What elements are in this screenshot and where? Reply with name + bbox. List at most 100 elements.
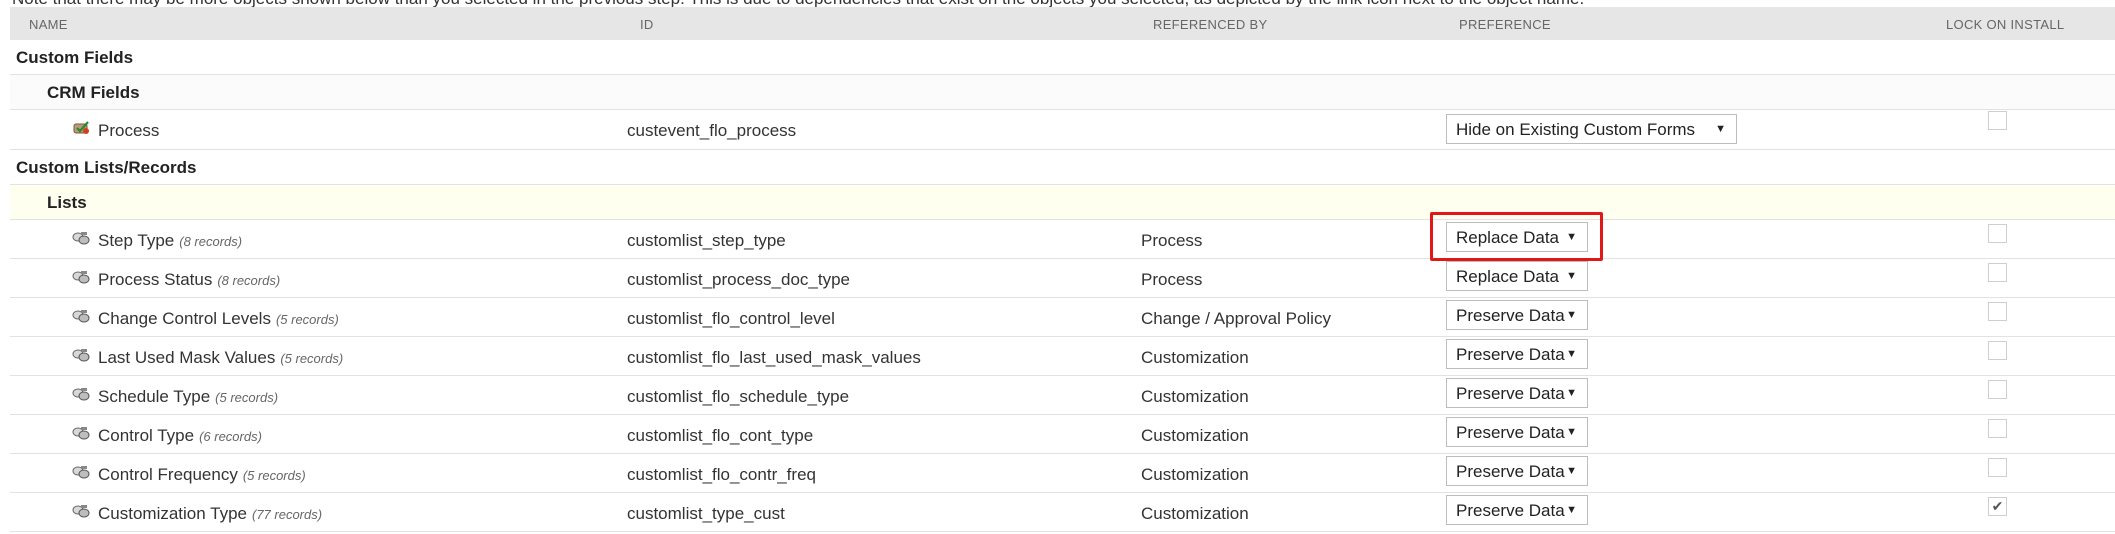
table-row: Change Control Levels (5 records) customli… bbox=[10, 298, 2115, 337]
lock-checkbox[interactable] bbox=[1988, 302, 2007, 321]
preference-dropdown[interactable]: Preserve Data ▼ bbox=[1446, 300, 1588, 330]
chevron-down-icon: ▼ bbox=[1566, 387, 1577, 399]
preference-value: Preserve Data bbox=[1456, 423, 1565, 442]
lock-checkbox[interactable] bbox=[1988, 380, 2007, 399]
row-id: customlist_flo_cont_type bbox=[627, 426, 814, 445]
group-crm-fields: CRM Fields bbox=[10, 75, 2115, 110]
preference-value: Preserve Data bbox=[1456, 501, 1565, 520]
lock-checkbox[interactable] bbox=[1988, 419, 2007, 438]
preference-dropdown[interactable]: Preserve Data ▼ bbox=[1446, 417, 1588, 447]
custom-field-icon bbox=[72, 120, 91, 134]
table-row: Customization Type (77 records) customlist… bbox=[10, 493, 2115, 532]
table-row: Process Status (8 records) customlist_proc… bbox=[10, 259, 2115, 298]
row-name-label: Customization Type bbox=[98, 504, 247, 523]
row-name-label: Control Type bbox=[98, 426, 195, 445]
table-row-process: Process custevent_flo_process Hide on Ex… bbox=[10, 110, 2115, 150]
row-referenced-by: Process bbox=[1141, 231, 1203, 250]
preference-value: Replace Data bbox=[1456, 228, 1560, 247]
row-name: Control Frequency (5 records) bbox=[72, 465, 306, 485]
row-id: customlist_process_doc_type bbox=[627, 270, 851, 289]
col-preference-header: PREFERENCE bbox=[1459, 17, 1551, 32]
lock-checkbox[interactable]: ✔ bbox=[1988, 497, 2007, 516]
row-id: customlist_step_type bbox=[627, 231, 786, 250]
record-count: (5 records) bbox=[242, 467, 306, 483]
record-count: (5 records) bbox=[280, 350, 344, 366]
col-referenced-by-header: REFERENCED BY bbox=[1153, 17, 1268, 32]
row-id: customlist_flo_contr_freq bbox=[627, 465, 816, 484]
row-name-label: Schedule Type bbox=[98, 387, 211, 406]
table-row: Step Type (8 records) customlist_step_type… bbox=[10, 220, 2115, 259]
preference-dropdown[interactable]: Replace Data ▼ bbox=[1446, 222, 1588, 252]
row-name-label: Last Used Mask Values bbox=[98, 348, 276, 367]
chevron-down-icon: ▼ bbox=[1566, 504, 1577, 516]
row-name-label: Process Status bbox=[98, 270, 213, 289]
row-name-label: Control Frequency bbox=[98, 465, 238, 484]
row-referenced-by: Customization bbox=[1141, 387, 1249, 406]
chevron-down-icon: ▼ bbox=[1566, 231, 1577, 243]
row-referenced-by: Customization bbox=[1141, 348, 1249, 367]
list-record-icon bbox=[72, 269, 91, 284]
list-rows: Step Type (8 records) customlist_step_type… bbox=[10, 220, 2115, 532]
lock-checkbox[interactable] bbox=[1988, 111, 2007, 130]
row-name-label: Process bbox=[98, 121, 160, 140]
row-name: Step Type (8 records) bbox=[72, 231, 242, 251]
check-icon: ✔ bbox=[1991, 498, 2004, 514]
preference-dropdown[interactable]: Preserve Data ▼ bbox=[1446, 339, 1588, 369]
row-name: Process Status (8 records) bbox=[72, 270, 280, 290]
group-label: Custom Fields bbox=[16, 48, 134, 67]
table-row: Schedule Type (5 records) customlist_flo_s… bbox=[10, 376, 2115, 415]
row-name: Last Used Mask Values (5 records) bbox=[72, 348, 343, 368]
lock-checkbox[interactable] bbox=[1988, 224, 2007, 243]
col-name-header: NAME bbox=[29, 17, 68, 32]
preference-value: Preserve Data bbox=[1456, 345, 1565, 364]
list-record-icon bbox=[72, 425, 91, 440]
chevron-down-icon: ▼ bbox=[1566, 348, 1577, 360]
group-label: Lists bbox=[47, 193, 87, 212]
lock-checkbox[interactable] bbox=[1988, 263, 2007, 282]
objects-table: NAME ID REFERENCED BY PREFERENCE LOCK ON… bbox=[10, 7, 2115, 532]
row-name-label: Change Control Levels bbox=[98, 309, 271, 328]
col-id-header: ID bbox=[640, 17, 654, 32]
group-label: CRM Fields bbox=[47, 83, 140, 102]
table-row: Control Frequency (5 records) customlist_f… bbox=[10, 454, 2115, 493]
lock-checkbox[interactable] bbox=[1988, 458, 2007, 477]
chevron-down-icon: ▼ bbox=[1715, 123, 1726, 135]
record-count: (77 records) bbox=[251, 506, 323, 522]
row-name: Schedule Type (5 records) bbox=[72, 387, 278, 407]
preference-value: Hide on Existing Custom Forms bbox=[1456, 120, 1696, 139]
record-count: (6 records) bbox=[199, 428, 262, 444]
preference-dropdown[interactable]: Preserve Data ▼ bbox=[1446, 378, 1588, 408]
list-record-icon bbox=[72, 503, 91, 518]
record-count: (8 records) bbox=[217, 272, 281, 288]
list-record-icon bbox=[72, 464, 91, 479]
row-id: customlist_flo_last_used_mask_values bbox=[627, 348, 921, 367]
lock-checkbox[interactable] bbox=[1988, 341, 2007, 360]
preference-value: Replace Data bbox=[1456, 267, 1560, 286]
preference-dropdown[interactable]: Preserve Data ▼ bbox=[1446, 456, 1588, 486]
preference-value: Preserve Data bbox=[1456, 462, 1565, 481]
chevron-down-icon: ▼ bbox=[1566, 270, 1577, 282]
row-referenced-by: Change / Approval Policy bbox=[1141, 309, 1331, 328]
preference-dropdown[interactable]: Preserve Data ▼ bbox=[1446, 495, 1588, 525]
row-name: Process bbox=[72, 121, 159, 141]
row-name: Control Type (6 records) bbox=[72, 426, 262, 446]
table-row: Control Type (6 records) customlist_flo_co… bbox=[10, 415, 2115, 454]
row-referenced-by: Customization bbox=[1141, 465, 1249, 484]
row-id: customlist_flo_schedule_type bbox=[627, 387, 850, 406]
preference-dropdown[interactable]: Hide on Existing Custom Forms ▼ bbox=[1446, 114, 1737, 144]
record-count: (5 records) bbox=[215, 389, 279, 405]
group-label: Custom Lists/Records bbox=[16, 158, 197, 177]
list-record-icon bbox=[72, 386, 91, 401]
group-custom-lists-records: Custom Lists/Records bbox=[10, 150, 2115, 185]
row-id: customlist_type_cust bbox=[627, 504, 785, 523]
record-count: (5 records) bbox=[275, 311, 339, 327]
row-name: Customization Type (77 records) bbox=[72, 504, 322, 524]
list-record-icon bbox=[72, 230, 91, 245]
list-record-icon bbox=[72, 308, 91, 323]
row-referenced-by: Customization bbox=[1141, 504, 1249, 523]
chevron-down-icon: ▼ bbox=[1566, 465, 1577, 477]
row-id: custevent_flo_process bbox=[627, 121, 797, 140]
preference-dropdown[interactable]: Replace Data ▼ bbox=[1446, 261, 1588, 291]
row-referenced-by: Customization bbox=[1141, 426, 1249, 445]
table-header: NAME ID REFERENCED BY PREFERENCE LOCK ON… bbox=[10, 7, 2115, 40]
